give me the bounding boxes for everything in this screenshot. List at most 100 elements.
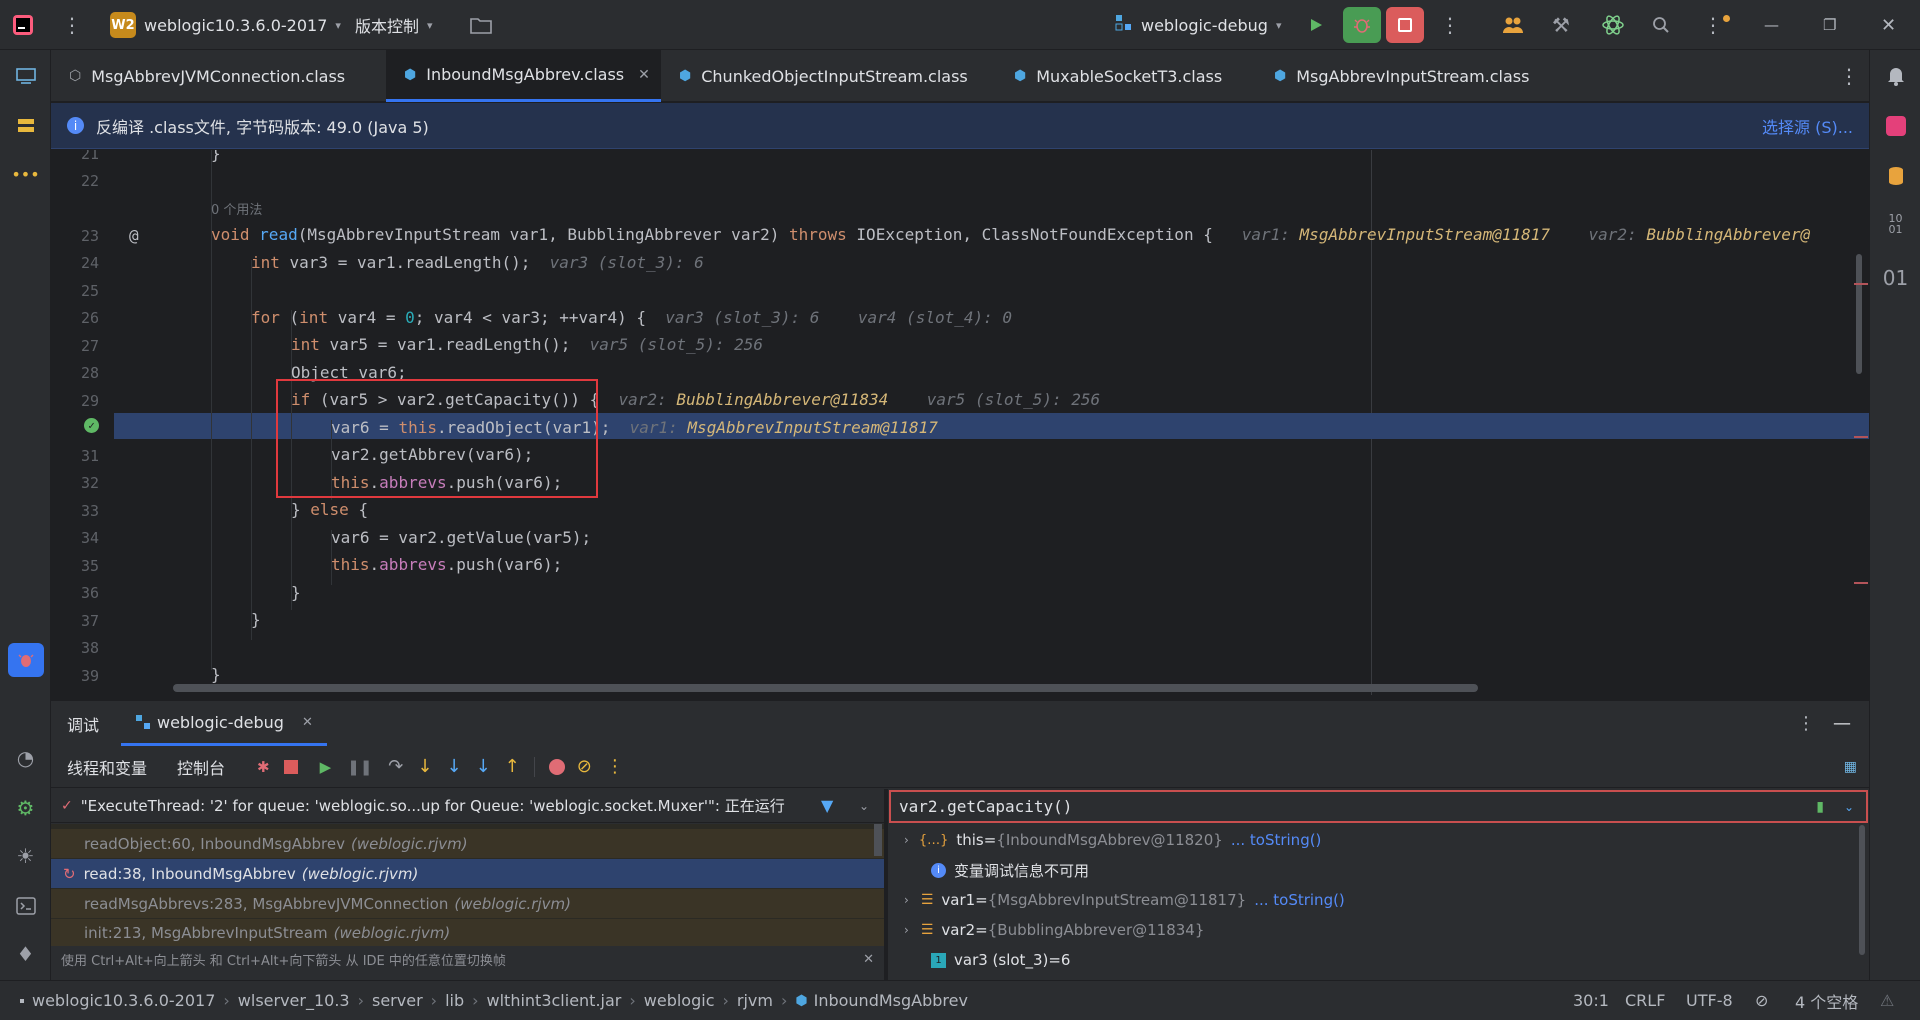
line-separator[interactable]: CRLF: [1625, 991, 1665, 1010]
resume-icon[interactable]: ▶: [320, 758, 332, 776]
terminal-icon[interactable]: [0, 888, 51, 924]
vertical-scrollbar[interactable]: [1856, 254, 1862, 374]
breadcrumb[interactable]: wlserver_10.3: [238, 991, 350, 1010]
tab-muxablesockett3[interactable]: ⬢ MuxableSocketT3.class: [996, 50, 1256, 102]
panel-more-icon[interactable]: ⋮: [1797, 713, 1815, 734]
thread-selector[interactable]: ✓ "ExecuteThread: '2' for queue: 'weblog…: [51, 789, 884, 823]
force-step-into-icon[interactable]: ↓: [446, 756, 461, 777]
close-tab-icon[interactable]: ✕: [638, 67, 650, 83]
session-tab[interactable]: weblogic-debug ✕: [121, 701, 327, 746]
bytecode-icon[interactable]: 01: [1870, 260, 1920, 296]
expand-icon[interactable]: ›: [904, 893, 909, 907]
variable-row[interactable]: 1 var3 (slot_3) = 6: [889, 945, 1868, 975]
run-config-selector[interactable]: weblogic-debug ▾: [1115, 0, 1281, 50]
main-menu-icon[interactable]: ⋮: [62, 0, 82, 50]
run-icon[interactable]: [1308, 0, 1324, 50]
frame-item[interactable]: readMsgAbbrevs:283, MsgAbbrevJVMConnecti…: [51, 889, 884, 918]
folder-icon[interactable]: [470, 0, 492, 50]
step-over-icon[interactable]: ↷: [388, 756, 403, 777]
minimize-icon[interactable]: —: [1764, 0, 1779, 50]
tostring-link[interactable]: ... toString(): [1254, 891, 1345, 909]
breadcrumb[interactable]: InboundMsgAbbrev: [814, 991, 968, 1010]
pause-icon[interactable]: ❚❚: [347, 758, 372, 776]
subtab-threads[interactable]: 线程和变量: [67, 755, 147, 779]
expand-icon[interactable]: ›: [904, 923, 909, 937]
rerun-icon[interactable]: ✱: [257, 758, 270, 776]
smart-step-into-icon[interactable]: ↓: [476, 756, 491, 777]
indent-setting[interactable]: 4 个空格: [1795, 989, 1858, 1013]
database-icon[interactable]: [1870, 158, 1920, 194]
ai-assistant-icon[interactable]: [1870, 108, 1920, 144]
binary-icon[interactable]: 10 01: [1870, 206, 1920, 242]
vcs-menu[interactable]: 版本控制 ▾: [355, 0, 433, 50]
frame-item-selected[interactable]: ↻ read:38, InboundMsgAbbrev (weblogic.rj…: [51, 859, 884, 888]
variable-row[interactable]: › {…} this = {InboundMsgAbbrev@11820} ..…: [889, 825, 1868, 855]
hide-panel-icon[interactable]: —: [1833, 713, 1851, 734]
services-icon[interactable]: ⚙: [0, 790, 51, 826]
file-encoding[interactable]: UTF-8: [1686, 991, 1733, 1010]
breadcrumb[interactable]: wlthint3client.jar: [487, 991, 622, 1010]
step-into-icon[interactable]: ↓: [417, 756, 432, 777]
search-icon[interactable]: [1652, 0, 1670, 50]
project-view-icon[interactable]: [0, 58, 51, 94]
chevron-down-icon[interactable]: ⌄: [1844, 800, 1854, 814]
close-session-icon[interactable]: ✕: [302, 715, 313, 730]
settings-more-icon[interactable]: ⋮: [1703, 0, 1730, 50]
expand-icon[interactable]: ›: [904, 833, 909, 847]
breadcrumb[interactable]: weblogic10.3.6.0-2017: [32, 991, 215, 1010]
step-out-icon[interactable]: ↑: [505, 756, 520, 777]
notifications-icon[interactable]: ♦: [0, 936, 51, 972]
breakpoint-check-icon[interactable]: ✓: [84, 418, 99, 433]
close-hint-icon[interactable]: ✕: [863, 952, 874, 967]
variables-scrollbar[interactable]: [1859, 825, 1865, 955]
variable-row[interactable]: › ☰ var2 = {BubblingAbbrever@11834}: [889, 915, 1868, 945]
tab-inboundmsgabbrev[interactable]: ⬢ InboundMsgAbbrev.class ✕: [386, 50, 661, 102]
chevron-down-icon[interactable]: ⌄: [859, 799, 869, 813]
structure-icon[interactable]: [0, 108, 51, 144]
stop-icon[interactable]: [283, 759, 298, 774]
tabs-more-icon[interactable]: ⋮: [1821, 50, 1859, 102]
cursor-position[interactable]: 30:1: [1573, 991, 1609, 1010]
breadcrumb[interactable]: server: [372, 991, 423, 1010]
choose-source-link[interactable]: 选择源 (S)...: [1762, 114, 1853, 138]
view-breakpoints-icon[interactable]: [548, 758, 565, 775]
breadcrumb[interactable]: weblogic: [644, 991, 715, 1010]
toolbar-more-icon[interactable]: ⋮: [606, 756, 624, 777]
notifications-bell-icon[interactable]: [1870, 58, 1920, 94]
subtab-console[interactable]: 控制台: [177, 755, 225, 779]
frame-item[interactable]: init:213, MsgAbbrevInputStream (weblogic…: [51, 919, 884, 946]
filter-icon[interactable]: ▼: [821, 796, 833, 815]
restore-icon[interactable]: ❐: [1823, 0, 1836, 50]
tab-msgabbrevjvmconnection[interactable]: ⬡ MsgAbbrevJVMConnection.class: [51, 50, 386, 102]
tab-chunkedobjectinputstream[interactable]: ⬢ ChunkedObjectInputStream.class: [661, 50, 996, 102]
collab-icon[interactable]: [1502, 0, 1524, 50]
tab-msgabbrevinputstream[interactable]: ⬢ MsgAbbrevInputStream.class: [1256, 50, 1566, 102]
more-tools-icon[interactable]: •••: [0, 156, 51, 192]
bookmark-icon[interactable]: ▮: [1816, 799, 1824, 815]
stop-button[interactable]: [1386, 0, 1424, 50]
horizontal-scrollbar[interactable]: [173, 684, 1478, 692]
mute-breakpoints-icon[interactable]: ⊘: [577, 756, 592, 777]
breadcrumb[interactable]: rjvm: [737, 991, 773, 1010]
intellij-logo-icon[interactable]: [12, 0, 34, 50]
evaluate-expression-input[interactable]: var2.getCapacity() ▮ ⌄: [889, 790, 1868, 823]
profiler-icon[interactable]: ◔: [0, 740, 51, 776]
frame-item[interactable]: readObject:60, InboundMsgAbbrev (weblogi…: [51, 829, 884, 858]
ai-icon[interactable]: [1601, 0, 1625, 50]
build-icon[interactable]: ⚒: [1552, 0, 1570, 50]
frames-scrollbar[interactable]: [874, 824, 882, 856]
close-icon[interactable]: ✕: [1881, 0, 1896, 50]
memory-icon[interactable]: ⚠: [1880, 991, 1894, 1010]
problems-icon[interactable]: ☀: [0, 838, 51, 874]
project-selector[interactable]: W2 weblogic10.3.6.0-2017 ▾: [110, 0, 341, 50]
code-editor[interactable]: 21 22 23 24 25 26 27 28 29 ✓ 31 32 33 34…: [51, 150, 1869, 695]
usage-hint[interactable]: 0 个用法: [211, 199, 262, 218]
readonly-icon[interactable]: ⊘: [1755, 991, 1768, 1010]
variable-row[interactable]: › ☰ var1 = {MsgAbbrevInputStream@11817} …: [889, 885, 1868, 915]
layout-icon[interactable]: ▦: [1844, 759, 1857, 775]
debug-button[interactable]: [1343, 0, 1381, 50]
more-vert-icon[interactable]: ⋮: [1440, 0, 1460, 50]
debug-tool-icon[interactable]: [0, 642, 51, 678]
splitter[interactable]: [884, 789, 888, 981]
override-annotation-icon[interactable]: @: [129, 226, 139, 245]
